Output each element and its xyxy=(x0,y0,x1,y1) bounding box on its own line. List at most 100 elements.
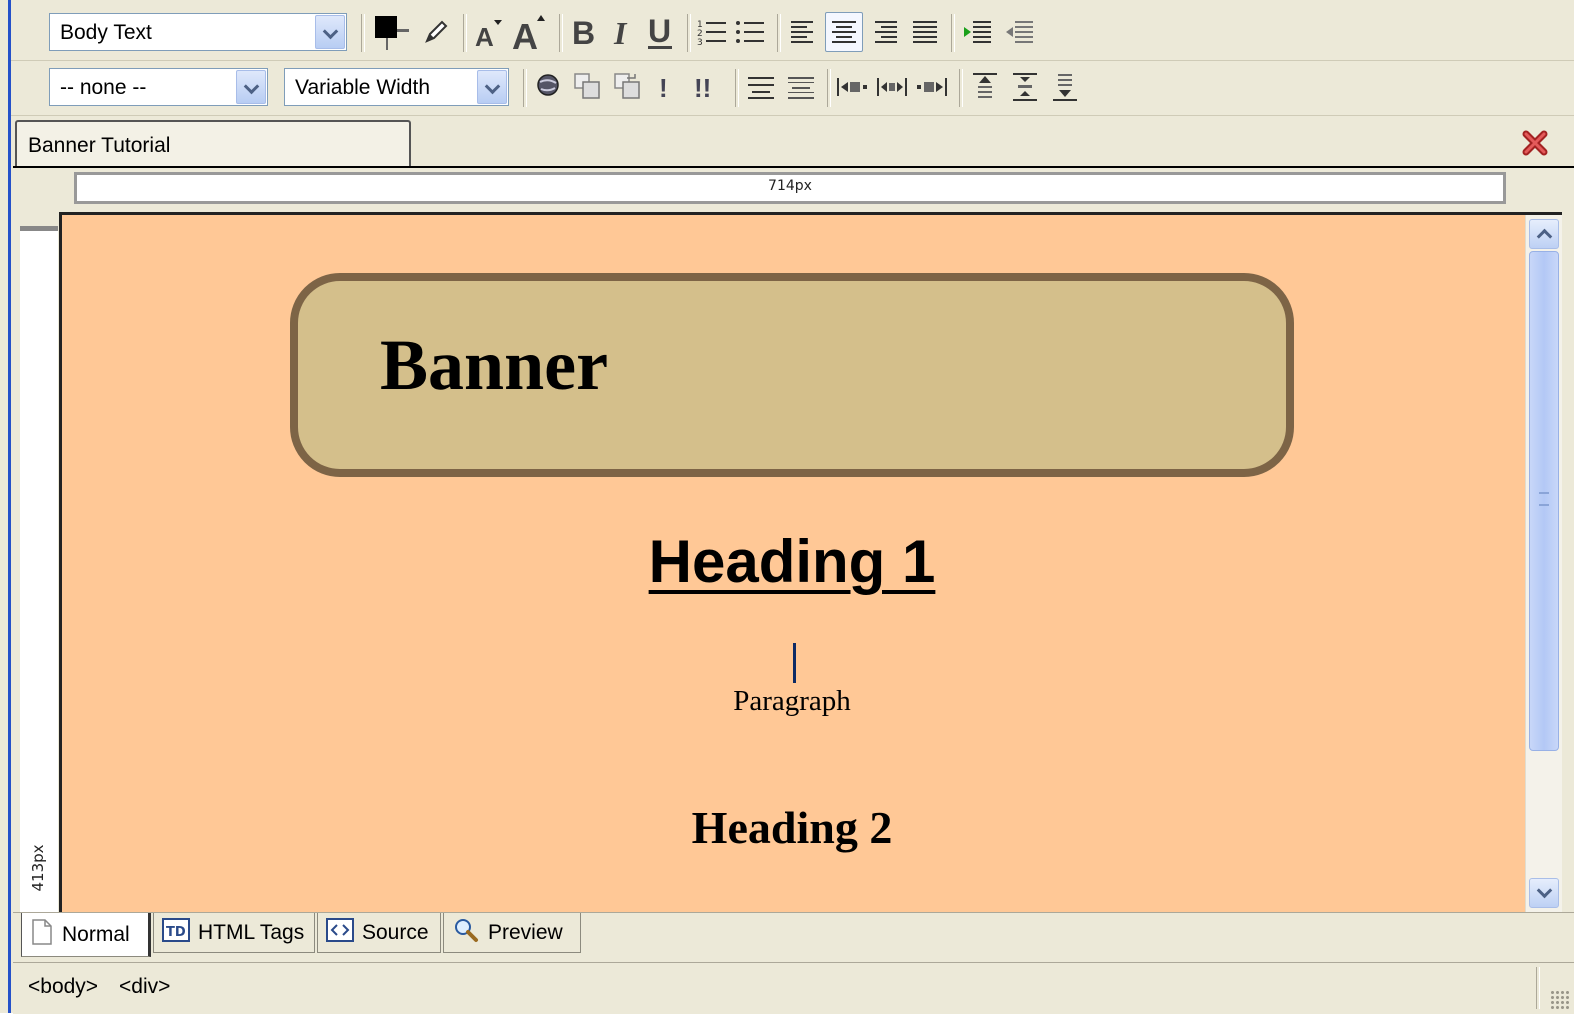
align-bottom-icon xyxy=(1053,74,1077,101)
chevron-down-icon[interactable] xyxy=(477,70,507,104)
toolbar-separator xyxy=(361,14,365,52)
svg-text:I: I xyxy=(613,15,628,51)
align-center-button[interactable] xyxy=(825,12,863,52)
class-style-value: -- none -- xyxy=(60,76,147,99)
scroll-thumb[interactable] xyxy=(1529,251,1559,751)
toolbar-separator xyxy=(735,69,739,107)
highlight-button[interactable] xyxy=(419,12,453,52)
status-bar: <body> <div> xyxy=(13,962,1574,1014)
font-face-select[interactable]: Variable Width xyxy=(284,68,509,106)
spell-check-button[interactable] xyxy=(531,67,565,107)
font-color-button[interactable] xyxy=(369,12,415,52)
globe-icon xyxy=(537,74,559,96)
tab-banner-tutorial[interactable]: Banner Tutorial xyxy=(15,120,411,166)
outdent-button[interactable] xyxy=(1001,12,1039,52)
bullet-list-icon xyxy=(736,21,764,43)
line-spacing-icon xyxy=(748,77,774,99)
chevron-down-icon[interactable] xyxy=(236,70,266,104)
important-button[interactable]: ! xyxy=(651,67,677,107)
font-color-icon xyxy=(375,16,409,50)
letter-spacing-center-button[interactable] xyxy=(873,67,911,107)
tab-normal-label: Normal xyxy=(62,922,130,946)
tag-selector-div[interactable]: <div> xyxy=(119,975,170,999)
svg-text:!!: !! xyxy=(694,73,711,102)
tab-preview[interactable]: Preview xyxy=(443,913,581,953)
status-separator xyxy=(1536,967,1540,1009)
indent-button[interactable] xyxy=(959,12,997,52)
tab-html-tags[interactable]: TD HTML Tags xyxy=(153,913,315,953)
horizontal-ruler: 714px xyxy=(74,172,1506,204)
layer-button[interactable] xyxy=(569,67,607,107)
chevron-down-icon[interactable] xyxy=(315,15,345,49)
toolbar-separator xyxy=(777,14,781,52)
toolbar-separator xyxy=(523,69,527,107)
svg-text:A: A xyxy=(475,22,494,52)
line-spacing-button[interactable] xyxy=(743,67,779,107)
banner-box[interactable]: Banner xyxy=(290,273,1294,477)
tag-selector-body[interactable]: <body> xyxy=(28,975,98,999)
font-size-decrease-icon: A xyxy=(475,20,502,52)
paragraph-text[interactable]: Paragraph xyxy=(62,685,1522,718)
vertical-scrollbar[interactable] xyxy=(1525,215,1562,912)
document-tabs: Banner Tutorial xyxy=(13,118,1574,168)
banner-text[interactable]: Banner xyxy=(380,329,608,401)
class-style-select[interactable]: -- none -- xyxy=(49,68,268,106)
font-size-increase-icon: A xyxy=(512,15,545,53)
resize-grip-icon[interactable] xyxy=(1550,990,1570,1010)
window-edge xyxy=(8,0,11,1013)
toolbar-separator xyxy=(687,14,691,52)
scroll-down-button[interactable] xyxy=(1529,878,1559,908)
paragraph-style-select[interactable]: Body Text xyxy=(49,13,347,51)
paragraph-style-value: Body Text xyxy=(60,21,152,44)
italic-button[interactable]: I xyxy=(607,12,635,52)
align-middle-icon xyxy=(1013,73,1037,101)
style-toolbar: -- none -- Variable Width ! !! xyxy=(11,61,1574,116)
justify-button[interactable] xyxy=(907,12,943,52)
tab-source[interactable]: Source xyxy=(317,913,441,953)
valign-middle-button[interactable] xyxy=(1007,67,1043,107)
indent-icon xyxy=(964,21,991,43)
letter-spacing-narrow-button[interactable] xyxy=(833,67,871,107)
page-icon xyxy=(30,918,54,952)
numbered-list-icon: 1 2 3 xyxy=(697,20,726,48)
close-document-button[interactable] xyxy=(1518,126,1552,160)
vertical-ruler: 413px xyxy=(20,226,58,912)
valign-bottom-button[interactable] xyxy=(1047,67,1083,107)
align-left-button[interactable] xyxy=(785,12,821,52)
very-important-button[interactable]: !! xyxy=(689,67,721,107)
valign-top-button[interactable] xyxy=(967,67,1003,107)
tab-preview-label: Preview xyxy=(488,920,563,944)
font-face-value: Variable Width xyxy=(295,76,431,99)
line-spacing-alt-button[interactable] xyxy=(783,67,819,107)
increase-font-button[interactable]: A xyxy=(509,12,551,53)
bold-button[interactable]: B xyxy=(567,12,603,52)
underline-icon: U xyxy=(648,13,672,49)
double-exclamation-icon: !! xyxy=(694,73,711,102)
heading-2[interactable]: Heading 2 xyxy=(62,801,1522,854)
toolbar-separator xyxy=(827,69,831,107)
numbered-list-button[interactable]: 1 2 3 xyxy=(695,12,729,52)
editor-canvas[interactable]: Banner Heading 1 Paragraph Heading 2 xyxy=(59,212,1562,912)
align-right-button[interactable] xyxy=(867,12,903,52)
toolbar-separator xyxy=(463,14,467,52)
bullet-list-button[interactable] xyxy=(733,12,767,52)
toolbar-separator xyxy=(559,14,563,52)
layer-position-button[interactable] xyxy=(609,67,647,107)
height-readout: 413px xyxy=(29,844,47,892)
svg-text:!: ! xyxy=(659,73,668,102)
underline-button[interactable]: U xyxy=(643,12,681,52)
align-center-icon xyxy=(832,21,856,43)
letter-spacing-wide-button[interactable] xyxy=(913,67,951,107)
scroll-up-button[interactable] xyxy=(1529,219,1559,249)
svg-text:A: A xyxy=(512,16,538,53)
decrease-font-button[interactable]: A xyxy=(471,12,507,52)
exclamation-icon: ! xyxy=(659,73,668,102)
align-justify-icon xyxy=(913,21,937,43)
heading-1[interactable]: Heading 1 xyxy=(62,527,1522,596)
align-left-icon xyxy=(791,21,813,43)
svg-text:U: U xyxy=(648,13,671,49)
outdent-icon xyxy=(1006,21,1033,43)
align-top-icon xyxy=(973,73,997,98)
magnifier-icon xyxy=(452,917,480,949)
tab-normal[interactable]: Normal xyxy=(21,913,151,957)
